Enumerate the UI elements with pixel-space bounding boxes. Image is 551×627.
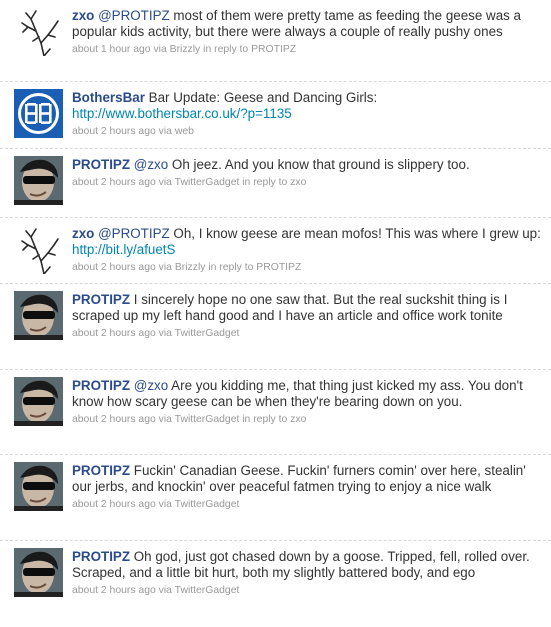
tweet-item: PROTIPZ I sincerely hope no one saw that…: [0, 284, 551, 370]
tweet-reply-to[interactable]: zxo: [290, 414, 306, 425]
tweet-item: PROTIPZ Fuckin' Canadian Geese. Fuckin' …: [0, 455, 551, 541]
sunglasses-man-icon[interactable]: [14, 462, 63, 511]
tweet-timestamp[interactable]: about 2 hours ago: [72, 126, 156, 137]
tweet-reply-to[interactable]: zxo: [290, 177, 306, 188]
tweet-item: PROTIPZ @zxo Are you kidding me, that th…: [0, 370, 551, 455]
tweet-meta: about 2 hours ago via Brizzly in reply t…: [72, 261, 542, 274]
sunglasses-man-icon[interactable]: [14, 156, 63, 205]
tweet-text: Bar Update: Geese and Dancing Girls:: [148, 90, 378, 105]
tweet-text: Oh god, just got chased down by a goose.…: [72, 549, 530, 580]
tweet-via-label: via: [153, 44, 167, 55]
sunglasses-man-icon[interactable]: [14, 291, 63, 340]
tweet-source[interactable]: web: [175, 126, 194, 137]
tweet-text: Oh, I know geese are mean mofos! This wa…: [169, 226, 541, 241]
tweet-reply-to[interactable]: PROTIPZ: [251, 44, 296, 55]
tweet-meta: about 2 hours ago via TwitterGadget: [72, 584, 542, 597]
tweet-text: I sincerely hope no one saw that. But th…: [72, 292, 508, 323]
tweet-timestamp[interactable]: about 1 hour ago: [72, 44, 151, 55]
tweet-via-label: via: [158, 414, 172, 425]
tweet-username[interactable]: BothersBar: [72, 90, 145, 105]
tweet-mention[interactable]: @PROTIPZ: [98, 8, 170, 23]
tweet-timeline: zxo @PROTIPZ most of them were pretty ta…: [0, 0, 551, 627]
tweet-via-label: via: [158, 126, 172, 137]
tweet-item: PROTIPZ Oh god, just got chased down by …: [0, 541, 551, 627]
tweet-username[interactable]: PROTIPZ: [72, 157, 130, 172]
tweet-source[interactable]: Brizzly: [175, 262, 206, 273]
tweet-via-label: via: [158, 262, 172, 273]
tweet-reply-to[interactable]: PROTIPZ: [256, 262, 301, 273]
tweet-meta: about 2 hours ago via web: [72, 125, 542, 138]
tweet-item: BothersBar Bar Update: Geese and Dancing…: [0, 82, 551, 149]
tweet-text: Oh jeez. And you know that ground is sli…: [168, 157, 470, 172]
tweet-source[interactable]: TwitterGadget: [175, 585, 240, 596]
tweet-timestamp[interactable]: about 2 hours ago: [72, 585, 156, 596]
tweet-meta: about 1 hour ago via Brizzly in reply to…: [72, 43, 542, 56]
tweet-source[interactable]: TwitterGadget: [175, 499, 240, 510]
tweet-reply-label: in reply to: [208, 262, 254, 273]
tweet-meta: about 2 hours ago via TwitterGadget: [72, 327, 542, 340]
tweet-mention[interactable]: @zxo: [134, 378, 168, 393]
tweet-source[interactable]: TwitterGadget: [175, 414, 240, 425]
tweet-timestamp[interactable]: about 2 hours ago: [72, 262, 156, 273]
tweet-username[interactable]: PROTIPZ: [72, 463, 130, 478]
tweet-via-label: via: [158, 177, 172, 188]
tweet-timestamp[interactable]: about 2 hours ago: [72, 328, 156, 339]
tweet-meta: about 2 hours ago via TwitterGadget: [72, 498, 542, 511]
tweet-mention[interactable]: @PROTIPZ: [98, 226, 170, 241]
sunglasses-man-icon[interactable]: [14, 377, 63, 426]
tweet-timestamp[interactable]: about 2 hours ago: [72, 414, 156, 425]
bb-logo-icon[interactable]: [14, 89, 63, 138]
tweet-item: PROTIPZ @zxo Oh jeez. And you know that …: [0, 149, 551, 218]
tweet-text: Fuckin' Canadian Geese. Fuckin' furners …: [72, 463, 526, 494]
tweet-timestamp[interactable]: about 2 hours ago: [72, 499, 156, 510]
tweet-source[interactable]: TwitterGadget: [175, 177, 240, 188]
tweet-username[interactable]: PROTIPZ: [72, 378, 130, 393]
tweet-username[interactable]: zxo: [72, 226, 94, 241]
tweet-via-label: via: [158, 585, 172, 596]
tree-icon[interactable]: [14, 225, 63, 274]
tweet-meta: about 2 hours ago via TwitterGadget in r…: [72, 176, 542, 189]
tweet-username[interactable]: PROTIPZ: [72, 549, 130, 564]
tweet-username[interactable]: zxo: [72, 8, 94, 23]
tweet-mention[interactable]: @zxo: [134, 157, 168, 172]
tweet-link[interactable]: http://bit.ly/afuetS: [72, 242, 175, 257]
tweet-source[interactable]: TwitterGadget: [175, 328, 240, 339]
tweet-meta: about 2 hours ago via TwitterGadget in r…: [72, 413, 542, 426]
tweet-item: zxo @PROTIPZ Oh, I know geese are mean m…: [0, 218, 551, 284]
tweet-username[interactable]: PROTIPZ: [72, 292, 130, 307]
tweet-item: zxo @PROTIPZ most of them were pretty ta…: [0, 0, 551, 82]
tweet-timestamp[interactable]: about 2 hours ago: [72, 177, 156, 188]
tree-icon[interactable]: [14, 7, 63, 56]
tweet-via-label: via: [158, 328, 172, 339]
tweet-reply-label: in reply to: [242, 414, 288, 425]
tweet-via-label: via: [158, 499, 172, 510]
tweet-reply-label: in reply to: [242, 177, 288, 188]
tweet-link[interactable]: http://www.bothersbar.co.uk/?p=1135: [72, 106, 292, 121]
tweet-source[interactable]: Brizzly: [170, 44, 201, 55]
sunglasses-man-icon[interactable]: [14, 548, 63, 597]
tweet-reply-label: in reply to: [203, 44, 249, 55]
